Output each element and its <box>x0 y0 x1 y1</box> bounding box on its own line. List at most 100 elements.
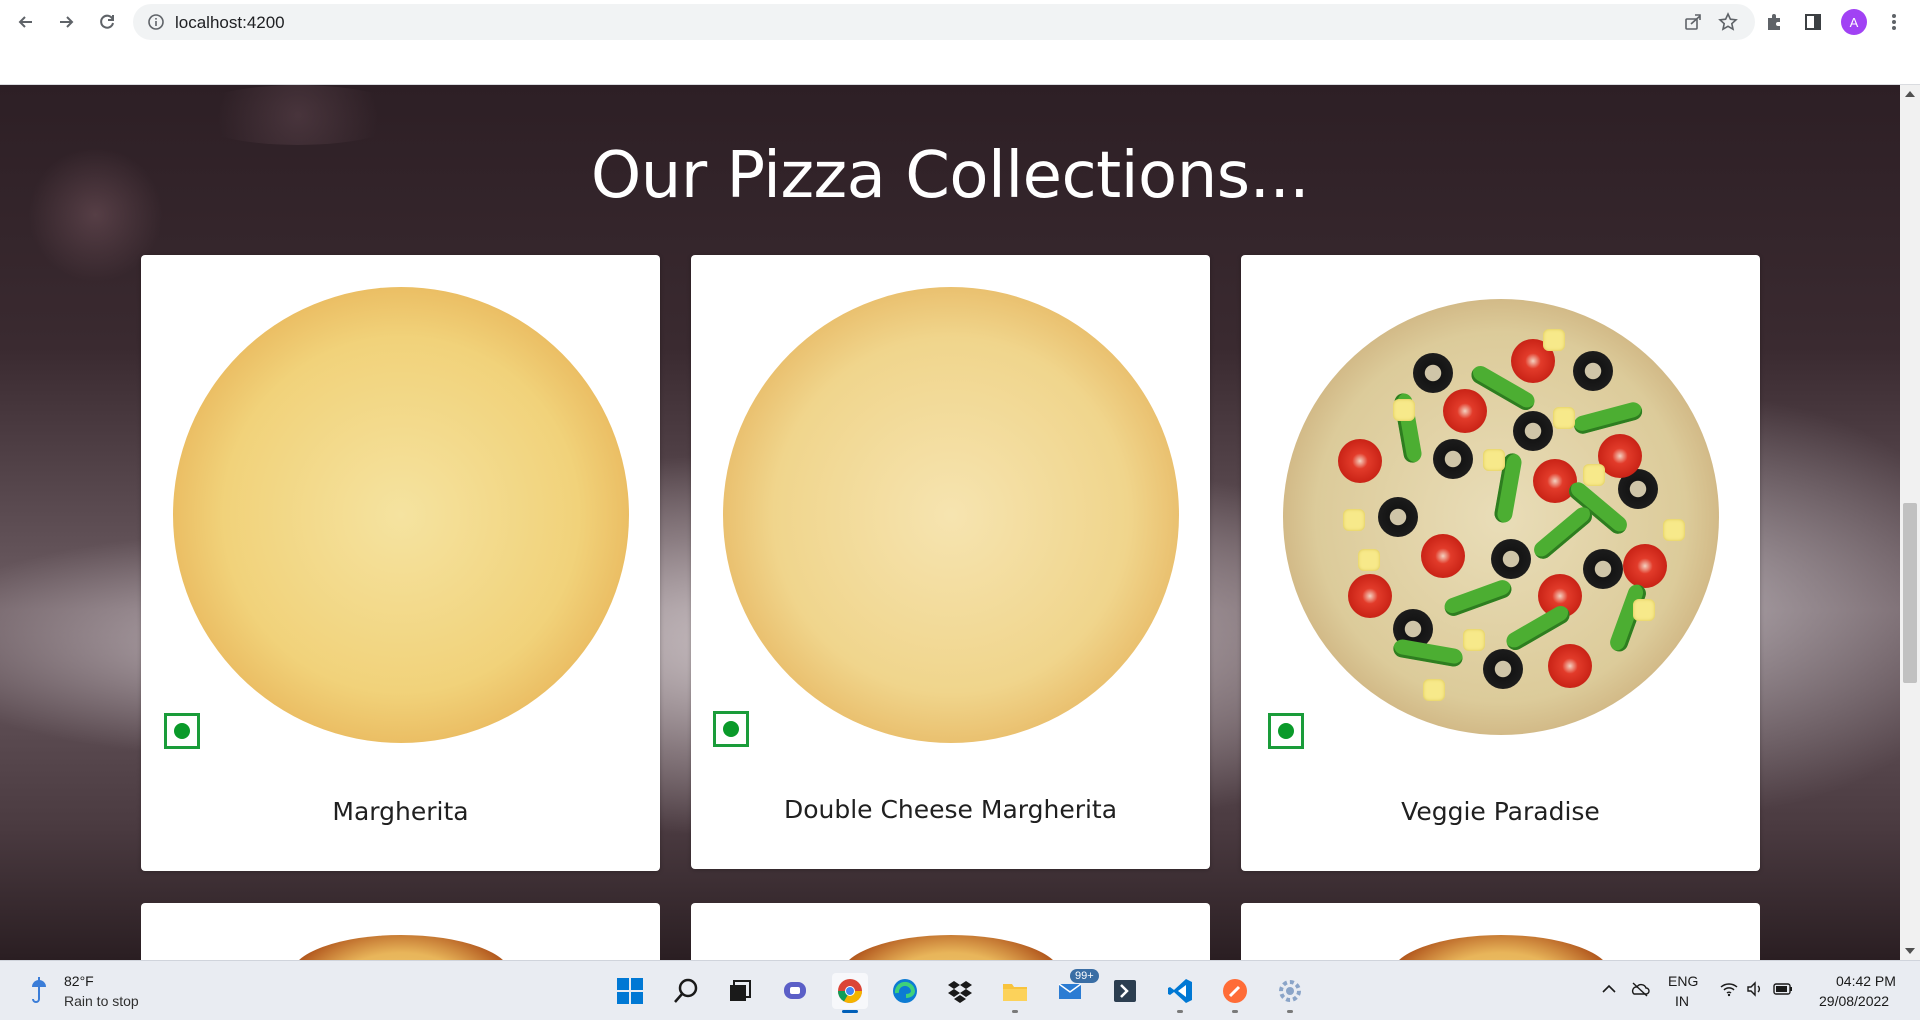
olive-topping <box>1482 649 1523 689</box>
pizza-card-next-row[interactable] <box>141 903 660 960</box>
running-app-indicator <box>1287 1010 1293 1013</box>
tomato-topping <box>1622 544 1667 588</box>
folder-icon <box>1003 984 1027 1001</box>
pizza-image <box>172 287 629 743</box>
weather-description[interactable]: Rain to stop <box>64 993 139 1009</box>
scroll-down-arrow-icon[interactable] <box>1905 948 1915 954</box>
veg-icon <box>1268 713 1304 749</box>
arrow-right-icon <box>60 16 74 28</box>
extensions-button[interactable] <box>1762 10 1786 34</box>
olive-topping <box>1377 497 1418 537</box>
pizza-image <box>1390 935 1611 960</box>
menu-button[interactable] <box>1882 10 1906 34</box>
chevron-up-icon[interactable] <box>1601 981 1617 997</box>
bookmark-bar <box>0 44 1920 85</box>
tomato-topping <box>1347 574 1392 618</box>
side-panel-icon <box>1805 14 1821 30</box>
pepper-topping <box>1571 400 1644 436</box>
forward-button[interactable] <box>51 7 81 37</box>
corn-topping <box>1662 519 1685 541</box>
back-button[interactable] <box>11 7 41 37</box>
corn-topping <box>1482 449 1505 471</box>
chat-icon <box>784 982 806 999</box>
windows-logo-icon <box>617 978 643 1004</box>
scroll-up-arrow-icon[interactable] <box>1905 91 1915 97</box>
page-viewport: Our Pizza Collections... Margherita Doub… <box>0 85 1900 960</box>
volume-icon[interactable] <box>1746 981 1764 997</box>
reload-icon <box>100 14 114 29</box>
search-icon <box>674 978 698 1003</box>
pizza-image <box>290 935 511 960</box>
settings-app-button[interactable] <box>1272 973 1308 1013</box>
corn-topping <box>1357 549 1380 571</box>
page-scrollbar[interactable] <box>1900 85 1920 960</box>
pizza-card-next-row[interactable] <box>1241 903 1760 960</box>
vscode-app-button[interactable] <box>1162 973 1198 1013</box>
task-view-button[interactable] <box>722 973 758 1009</box>
pizza-image <box>722 287 1179 743</box>
page-title: Our Pizza Collections... <box>590 139 1310 213</box>
corn-topping <box>1632 599 1655 621</box>
side-panel-button[interactable] <box>1801 10 1825 34</box>
vscode-icon <box>1168 979 1192 1003</box>
chrome-icon <box>838 979 862 1004</box>
pizza-card-double-cheese-margherita[interactable]: Double Cheese Margherita <box>691 255 1210 869</box>
olive-topping <box>1512 411 1553 451</box>
dropbox-app-button[interactable] <box>942 973 978 1009</box>
reload-button[interactable] <box>92 7 122 37</box>
search-button[interactable] <box>668 973 704 1009</box>
mail-notification-badge: 99+ <box>1070 969 1099 983</box>
pizza-name: Double Cheese Margherita <box>783 795 1118 824</box>
olive-topping <box>1582 549 1623 589</box>
scrollbar-thumb[interactable] <box>1903 503 1917 683</box>
powershell-app-button[interactable] <box>1107 973 1143 1009</box>
clock-date[interactable]: 29/08/2022 <box>1819 993 1889 1009</box>
input-language[interactable]: ENG <box>1668 973 1698 989</box>
pizza-card-next-row[interactable] <box>691 903 1210 960</box>
puzzle-icon <box>1768 14 1780 30</box>
tomato-topping <box>1547 644 1592 688</box>
veg-icon <box>713 711 749 747</box>
gear-icon <box>1279 980 1301 1002</box>
tomato-topping <box>1420 534 1465 578</box>
url-text[interactable]: localhost:4200 <box>175 13 285 33</box>
address-bar[interactable]: localhost:4200 <box>133 4 1755 40</box>
pizza-card-margherita[interactable]: Margherita <box>141 255 660 871</box>
running-app-indicator <box>1232 1010 1238 1013</box>
corn-topping <box>1462 629 1485 651</box>
info-icon[interactable] <box>147 13 165 31</box>
weather-temperature[interactable]: 82°F <box>64 973 94 989</box>
start-button[interactable] <box>612 973 648 1009</box>
star-icon[interactable] <box>1718 12 1738 32</box>
tomato-topping <box>1442 389 1487 433</box>
onedrive-offline-icon[interactable] <box>1630 981 1650 997</box>
olive-topping <box>1490 539 1531 579</box>
edge-app-button[interactable] <box>887 973 923 1009</box>
teams-chat-button[interactable] <box>777 973 813 1009</box>
postman-icon <box>1223 979 1247 1003</box>
arrow-left-icon <box>18 16 32 28</box>
wifi-icon[interactable] <box>1720 981 1738 997</box>
mail-app-button[interactable]: 99+ <box>1052 969 1099 1009</box>
profile-avatar[interactable]: A <box>1841 9 1867 35</box>
background-bokeh <box>188 85 408 145</box>
running-app-indicator <box>1012 1010 1018 1013</box>
corn-topping <box>1552 407 1575 429</box>
pizza-card-veggie-paradise[interactable]: Veggie Paradise <box>1241 255 1760 871</box>
file-explorer-app-button[interactable] <box>997 973 1033 1013</box>
battery-charging-icon[interactable] <box>1772 981 1794 997</box>
pizza-image <box>1282 299 1719 735</box>
input-region[interactable]: IN <box>1675 993 1689 1009</box>
terminal-icon <box>1114 980 1136 1002</box>
pepper-topping <box>1391 638 1464 668</box>
kebab-menu-icon <box>1892 14 1896 30</box>
postman-app-button[interactable] <box>1217 973 1253 1013</box>
running-app-indicator <box>1177 1010 1183 1013</box>
browser-toolbar: localhost:4200 A <box>0 0 1920 44</box>
pepper-topping <box>1529 503 1596 563</box>
clock-time[interactable]: 04:42 PM <box>1836 973 1896 989</box>
corn-topping <box>1392 399 1415 421</box>
chrome-app-button[interactable] <box>832 973 868 1013</box>
weather-umbrella-icon[interactable] <box>30 975 48 1005</box>
share-icon[interactable] <box>1683 12 1703 32</box>
